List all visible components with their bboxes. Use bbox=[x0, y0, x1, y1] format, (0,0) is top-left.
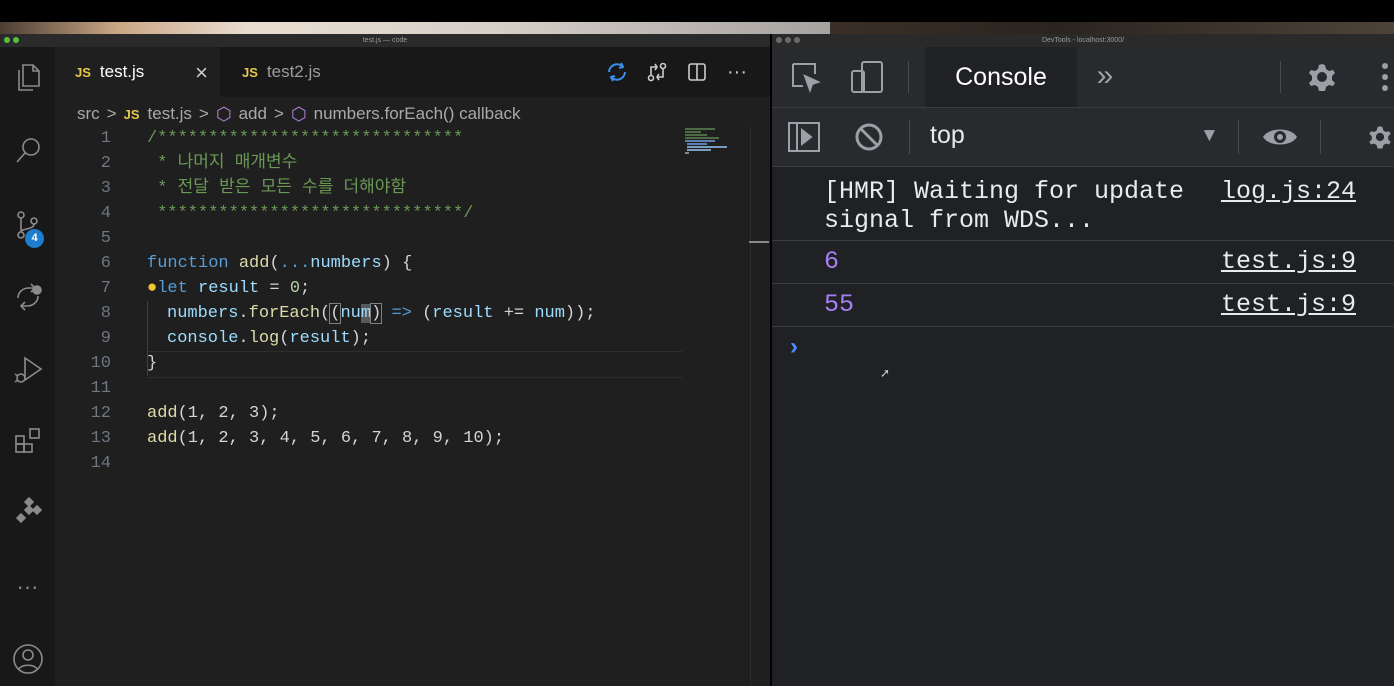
activity-bar: 4 ··· bbox=[0, 47, 55, 686]
tab-console[interactable]: Console bbox=[925, 47, 1077, 107]
context-selector[interactable]: top bbox=[930, 121, 965, 150]
editor-scrollbar[interactable] bbox=[750, 126, 771, 686]
console-message-text: [HMR] Waiting for update signal from WDS… bbox=[824, 177, 1185, 235]
vscode-window-title: test.js — code bbox=[362, 37, 408, 44]
tab-label: test.js bbox=[99, 62, 145, 81]
live-share-sync-icon[interactable] bbox=[604, 59, 630, 85]
scrollbar-cursor-marker bbox=[749, 241, 769, 243]
live-share-icon[interactable] bbox=[0, 273, 55, 321]
close-icon[interactable]: × bbox=[195, 60, 208, 86]
source-control-badge: 4 bbox=[25, 229, 44, 248]
code-line: add(1, 2, 3, 4, 5, 6, 7, 8, 9, 10); bbox=[147, 429, 505, 448]
toolbar-divider bbox=[1320, 120, 1321, 154]
tab-label: test2.js bbox=[266, 62, 321, 81]
line-number: 2 bbox=[100, 154, 111, 173]
console-message-text: 6 bbox=[824, 247, 840, 276]
toolbar-divider bbox=[1280, 61, 1281, 93]
toolbar-divider bbox=[908, 61, 909, 93]
line-number: 6 bbox=[100, 254, 111, 273]
settings-gear-icon[interactable] bbox=[1304, 59, 1340, 95]
toolbar-divider bbox=[1238, 120, 1239, 154]
minimap[interactable] bbox=[683, 126, 751, 166]
search-icon[interactable] bbox=[0, 127, 55, 175]
console-source-link[interactable]: test.js:9 bbox=[1221, 290, 1356, 319]
live-expression-eye-icon[interactable] bbox=[1260, 120, 1300, 154]
code-line: numbers.forEach((num) => (result += num)… bbox=[167, 303, 596, 324]
line-number: 4 bbox=[100, 204, 111, 223]
remote-explorer-icon[interactable] bbox=[0, 487, 55, 535]
line-number: 10 bbox=[90, 354, 111, 373]
show-sidebar-icon[interactable] bbox=[786, 120, 822, 154]
line-number: 12 bbox=[90, 404, 111, 423]
line-number: 14 bbox=[90, 454, 111, 473]
line-number: 11 bbox=[90, 379, 111, 398]
chevron-down-icon[interactable]: ▼ bbox=[1200, 125, 1219, 147]
code-line: ●let result = 0; bbox=[147, 279, 311, 298]
js-file-icon: JS bbox=[123, 106, 140, 122]
devtools-panel: Console » top ▼ [HMR] Waiting for update… bbox=[772, 47, 1394, 686]
line-number: 9 bbox=[100, 329, 111, 348]
code-line: ******************************/ bbox=[147, 204, 474, 223]
vscode-titlebar: test.js — code bbox=[0, 34, 770, 47]
breadcrumb-folder[interactable]: src bbox=[77, 104, 100, 124]
line-number: 1 bbox=[100, 129, 111, 148]
line-number: 7 bbox=[100, 279, 111, 298]
console-message: 55 test.js:9 bbox=[772, 284, 1394, 327]
explorer-icon[interactable] bbox=[0, 53, 55, 101]
extensions-icon[interactable] bbox=[0, 417, 55, 465]
symbol-method-icon: ⬡ bbox=[290, 103, 307, 124]
inspect-element-icon[interactable] bbox=[788, 60, 824, 94]
line-number: 8 bbox=[100, 304, 111, 323]
code-line: * 나머지 매개변수 bbox=[147, 154, 298, 173]
console-toolbar: top ▼ bbox=[772, 108, 1394, 167]
editor-tabs: JS test.js × JS test2.js ··· bbox=[55, 47, 770, 97]
desktop-wallpaper-strip-right bbox=[830, 22, 1394, 34]
code-line: add(1, 2, 3); bbox=[147, 404, 280, 423]
line-number: 13 bbox=[90, 429, 111, 448]
split-editor-icon[interactable] bbox=[684, 59, 710, 85]
tab-actions: ··· bbox=[604, 59, 750, 85]
devtools-window-title: DevTools - localhost:3000/ bbox=[1041, 37, 1125, 44]
line-number: 5 bbox=[100, 229, 111, 248]
js-file-icon: JS bbox=[75, 64, 91, 80]
lightbulb-icon[interactable]: ● bbox=[147, 279, 157, 298]
console-message: [HMR] Waiting for update signal from WDS… bbox=[772, 167, 1394, 241]
mouse-pointer-icon: ➚ bbox=[880, 366, 891, 380]
more-tabs-icon[interactable]: » bbox=[1090, 59, 1120, 93]
symbol-method-icon: ⬡ bbox=[215, 103, 232, 124]
breadcrumb-symbol-add[interactable]: add bbox=[239, 104, 267, 124]
js-file-icon: JS bbox=[242, 64, 258, 80]
tab-test-js[interactable]: JS test.js × bbox=[55, 47, 220, 97]
toolbar-divider bbox=[909, 120, 910, 154]
console-source-link[interactable]: test.js:9 bbox=[1221, 247, 1356, 276]
compare-changes-icon[interactable] bbox=[644, 59, 670, 85]
code-line: } bbox=[147, 354, 158, 373]
console-source-link[interactable]: log.js:24 bbox=[1221, 177, 1356, 206]
breadcrumb: src > JS test.js > ⬡ add > ⬡ numbers.for… bbox=[77, 103, 521, 124]
breadcrumb-symbol-callback[interactable]: numbers.forEach() callback bbox=[314, 104, 521, 124]
tab-test2-js[interactable]: JS test2.js bbox=[220, 47, 385, 97]
clear-console-icon[interactable] bbox=[852, 120, 886, 154]
line-number: 3 bbox=[100, 179, 111, 198]
device-toolbar-icon[interactable] bbox=[848, 59, 886, 95]
breadcrumb-file[interactable]: test.js bbox=[148, 104, 192, 124]
code-line: console.log(result); bbox=[167, 329, 372, 348]
run-debug-icon[interactable] bbox=[0, 345, 55, 393]
menu-bar-area bbox=[0, 0, 1394, 22]
kebab-menu-icon[interactable] bbox=[1376, 61, 1394, 93]
account-icon[interactable] bbox=[0, 635, 55, 683]
code-line: function add(...numbers) { bbox=[147, 254, 413, 273]
more-actions-icon[interactable]: ··· bbox=[724, 59, 750, 85]
code-line: /****************************** bbox=[147, 129, 464, 148]
console-message: 6 test.js:9 bbox=[772, 241, 1394, 284]
desktop-wallpaper-strip bbox=[0, 22, 830, 34]
console-message-text: 55 bbox=[824, 290, 855, 319]
more-icon[interactable]: ··· bbox=[0, 563, 55, 611]
editor-pane: JS test.js × JS test2.js ··· src > JS te… bbox=[55, 47, 770, 686]
console-settings-icon[interactable] bbox=[1366, 120, 1394, 154]
devtools-titlebar: DevTools - localhost:3000/ bbox=[772, 34, 1394, 47]
devtools-toolbar: Console » bbox=[772, 47, 1394, 108]
code-line: * 전달 받은 모든 수를 더해야함 bbox=[147, 179, 407, 198]
console-prompt[interactable]: › bbox=[790, 333, 798, 361]
